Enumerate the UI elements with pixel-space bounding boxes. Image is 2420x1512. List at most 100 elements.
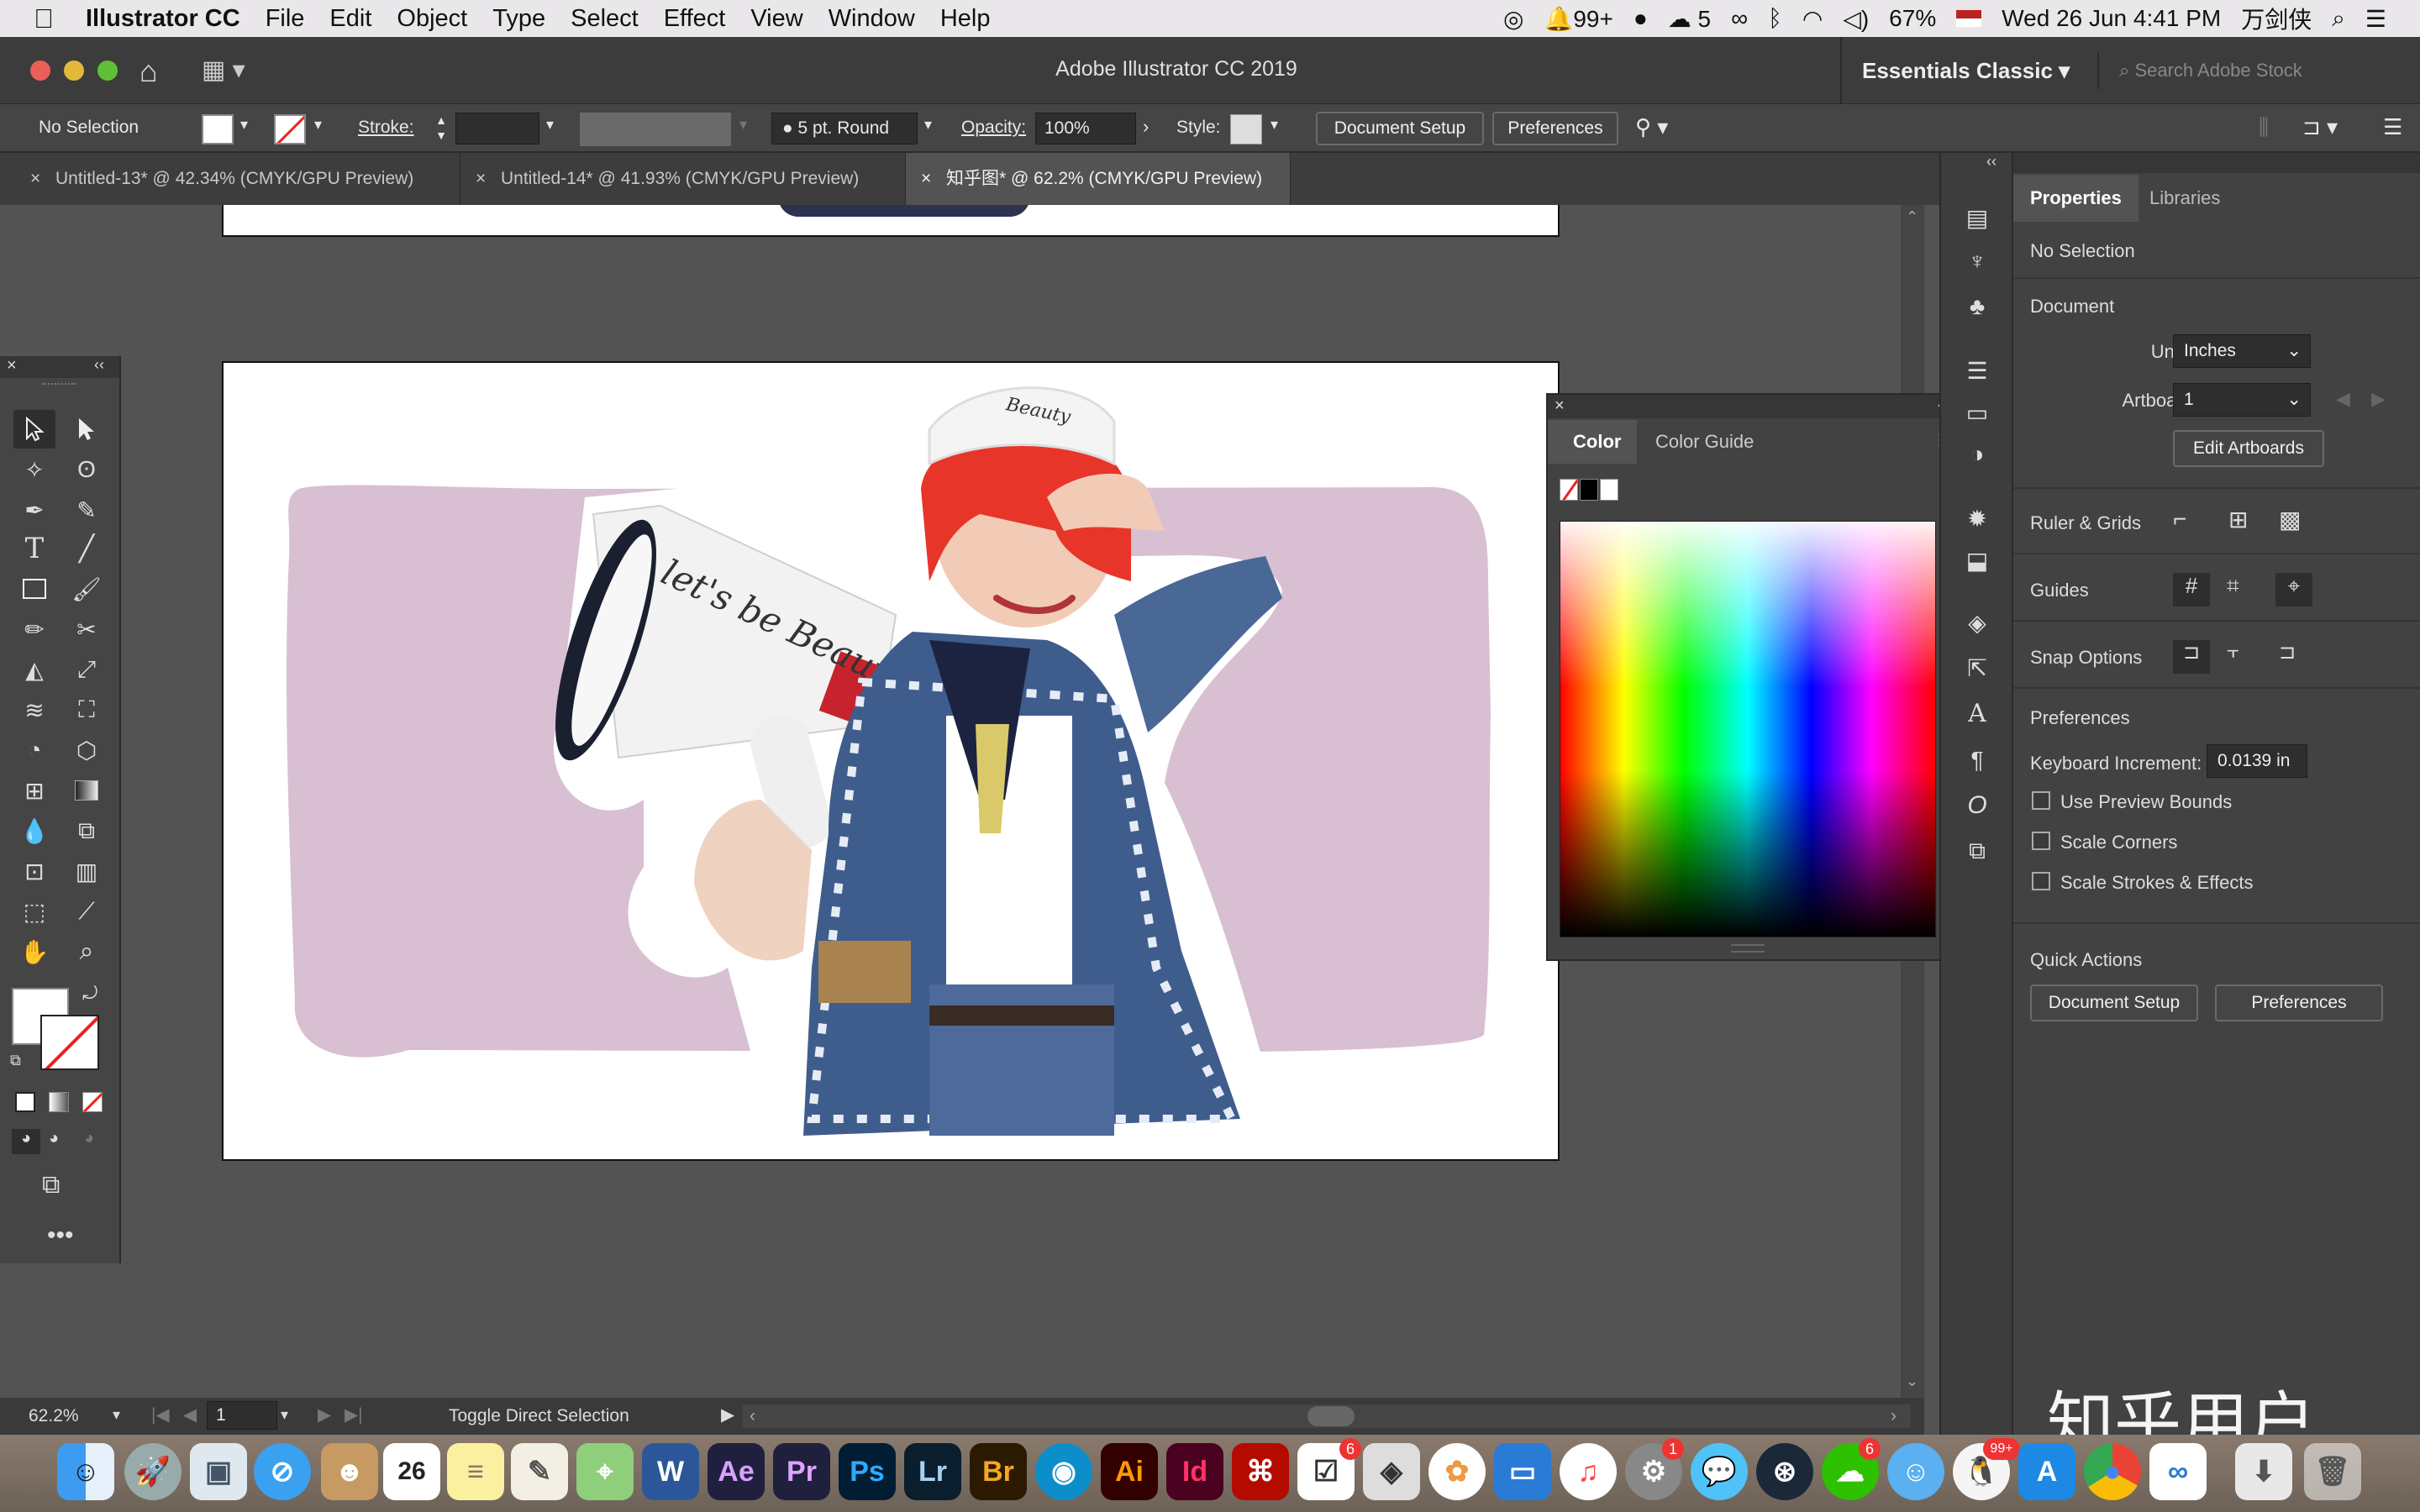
magic-wand-tool-icon[interactable]: ✧ bbox=[13, 450, 55, 489]
scale-corners-label[interactable]: Scale Corners bbox=[2060, 832, 2177, 853]
contacts-icon[interactable]: ☻ bbox=[321, 1443, 378, 1500]
smart-guides-icon[interactable]: ⌖ bbox=[2275, 573, 2312, 606]
transform-icon[interactable]: ⊐ ▾ bbox=[2302, 114, 2338, 140]
menu-window[interactable]: Window bbox=[829, 5, 915, 33]
lightroom-icon[interactable]: Lr bbox=[904, 1443, 961, 1500]
last-artboard-icon[interactable]: ▶| bbox=[345, 1404, 363, 1425]
transparency-panel-icon[interactable]: ◑ bbox=[1956, 435, 1998, 474]
scale-strokes-checkbox[interactable] bbox=[2032, 872, 2050, 890]
paragraph-panel-icon[interactable]: ¶ bbox=[1956, 741, 1998, 780]
transparency-grid-icon[interactable]: ▩ bbox=[2279, 506, 2301, 533]
collapse-toolbox-icon[interactable]: ‹‹ bbox=[94, 356, 104, 374]
selection-tool-icon[interactable] bbox=[13, 410, 55, 449]
paintbrush-tool-icon[interactable]: 🖌 bbox=[66, 570, 108, 608]
draw-inside-icon[interactable]: ◕ bbox=[84, 1129, 94, 1148]
character-panel-icon[interactable]: A bbox=[1956, 694, 1998, 732]
steam-icon[interactable]: ⊛ bbox=[1756, 1443, 1813, 1500]
menu-help[interactable]: Help bbox=[940, 5, 991, 33]
stroke-swatch[interactable] bbox=[274, 114, 306, 144]
app-menu[interactable]: Illustrator CC bbox=[86, 5, 240, 33]
artboard-select[interactable]: 1 ⌄ bbox=[2173, 383, 2311, 417]
style-swatch[interactable] bbox=[1230, 114, 1262, 144]
screen-mode-icon[interactable]: ⧉ bbox=[42, 1171, 60, 1200]
rulers-icon[interactable]: ⌐ bbox=[2173, 506, 2186, 533]
color-panel-header[interactable]: × ‹‹ bbox=[1548, 395, 1965, 418]
swap-fill-stroke-icon[interactable]: ⤾ bbox=[82, 983, 97, 1005]
qq-status-icon[interactable]: ● bbox=[1634, 5, 1648, 32]
asset-export-panel-icon[interactable]: ⇱ bbox=[1956, 648, 1998, 687]
appearance-panel-icon[interactable]: ✹ bbox=[1956, 499, 1998, 538]
home-icon[interactable]: ⌂ bbox=[139, 54, 158, 89]
prev-artboard-icon[interactable]: ◀ bbox=[183, 1404, 197, 1425]
creative-cloud-icon[interactable]: ∞ bbox=[1731, 5, 1748, 32]
snap-to-point-icon[interactable]: ⊐ bbox=[2173, 640, 2210, 674]
bluetooth-icon[interactable]: ᛒ bbox=[1768, 5, 1782, 32]
pencil-tool-icon[interactable]: ✏ bbox=[13, 610, 55, 648]
menu-type[interactable]: Type bbox=[492, 5, 545, 33]
launchpad-icon[interactable]: 🚀 bbox=[124, 1443, 182, 1500]
none-mode-button[interactable] bbox=[82, 1092, 103, 1112]
rectangle-tool-icon[interactable] bbox=[13, 570, 55, 608]
safari-icon[interactable]: ⊘ bbox=[254, 1443, 311, 1500]
use-preview-bounds-checkbox[interactable] bbox=[2032, 791, 2050, 810]
style-dropdown-icon[interactable]: ▾ bbox=[1270, 116, 1278, 134]
spotlight-icon[interactable]: ⌕ bbox=[2332, 5, 2345, 33]
stroke-weight-input[interactable] bbox=[455, 113, 539, 144]
tab-zhihu-image[interactable]: × 知乎图* @ 62.2% (CMYK/GPU Preview) bbox=[906, 153, 1291, 205]
workspace-switcher[interactable]: Essentials Classic ▾ bbox=[1840, 37, 2092, 104]
zoom-tool-icon[interactable]: ⌕ bbox=[66, 932, 108, 971]
pen-tool-icon[interactable]: ✒ bbox=[13, 491, 55, 529]
user-name[interactable]: 万剑侠 bbox=[2241, 2, 2312, 35]
snap-to-grid-icon[interactable]: ⊐ bbox=[2279, 640, 2296, 664]
tab-untitled-13[interactable]: × Untitled-13* @ 42.34% (CMYK/GPU Previe… bbox=[15, 153, 460, 205]
first-artboard-icon[interactable]: |◀ bbox=[151, 1404, 170, 1425]
acrobat-icon[interactable]: ⌘ bbox=[1232, 1443, 1289, 1500]
finder-icon[interactable]: ☺ bbox=[57, 1443, 114, 1500]
scale-strokes-label[interactable]: Scale Strokes & Effects bbox=[2060, 872, 2253, 894]
finder2-icon[interactable]: ☺ bbox=[1887, 1443, 1944, 1500]
notifications-icon[interactable]: 🔔99+ bbox=[1544, 5, 1612, 33]
stroke-stepper[interactable]: ▲ ▼ bbox=[430, 113, 452, 146]
edit-artboards-button[interactable]: Edit Artboards bbox=[2173, 430, 2324, 467]
resize-grip[interactable] bbox=[1731, 944, 1765, 953]
scroll-down-icon[interactable]: ⌄ bbox=[1906, 1373, 1918, 1390]
layers-panel-icon[interactable]: ◈ bbox=[1956, 603, 1998, 642]
lock-guides-icon[interactable]: ⌗ bbox=[2227, 573, 2239, 600]
calendar-icon[interactable]: 26 bbox=[383, 1443, 440, 1500]
artboard-top[interactable] bbox=[222, 205, 1560, 237]
units-select[interactable]: Inches ⌄ bbox=[2173, 334, 2311, 368]
camera-raw-icon[interactable]: ◉ bbox=[1035, 1443, 1092, 1500]
brush-definition[interactable]: ● 5 pt. Round bbox=[771, 113, 918, 144]
scale-corners-checkbox[interactable] bbox=[2032, 832, 2050, 850]
opacity-label[interactable]: Opacity: bbox=[961, 118, 1026, 138]
quick-preferences-button[interactable]: Preferences bbox=[2215, 984, 2383, 1021]
menu-file[interactable]: File bbox=[266, 5, 305, 33]
type-tool-icon[interactable]: T bbox=[13, 529, 55, 568]
close-window-button[interactable] bbox=[30, 60, 50, 81]
perspective-grid-tool-icon[interactable]: ⬡ bbox=[66, 731, 108, 769]
next-artboard-icon[interactable]: ▶ bbox=[318, 1404, 331, 1425]
snap-to-pixel-icon[interactable]: ⫟ bbox=[2227, 640, 2239, 664]
width-tool-icon[interactable]: ≋ bbox=[13, 690, 55, 729]
brush-dropdown-icon[interactable]: ▾ bbox=[924, 116, 932, 134]
next-artboard-button[interactable]: ▶ bbox=[2371, 388, 2386, 410]
draw-normal-icon[interactable]: ◕ bbox=[12, 1129, 40, 1154]
minimize-window-button[interactable] bbox=[64, 60, 84, 81]
stroke-color-box[interactable] bbox=[40, 1015, 99, 1070]
indesign-icon[interactable]: Id bbox=[1166, 1443, 1223, 1500]
zoom-window-button[interactable] bbox=[97, 60, 118, 81]
maps-icon[interactable]: ⌖ bbox=[576, 1443, 634, 1500]
artboard-main[interactable]: let's be Beauty Beauty bbox=[222, 361, 1560, 1161]
fill-dropdown-icon[interactable]: ▾ bbox=[240, 116, 248, 134]
arrange-icon[interactable]: ⚲ ▾ bbox=[1635, 114, 1668, 140]
baidu-netdisk-icon[interactable]: ∞ bbox=[2149, 1443, 2207, 1500]
variable-width-profile[interactable] bbox=[580, 113, 731, 146]
stroke-dropdown-icon[interactable]: ▾ bbox=[314, 116, 322, 134]
app-store-icon[interactable]: A bbox=[2018, 1443, 2075, 1500]
gradient-tool-icon[interactable] bbox=[66, 771, 108, 810]
artboard-tool-icon[interactable]: ⬚ bbox=[13, 892, 55, 931]
tab-properties[interactable]: Properties bbox=[2013, 175, 2139, 222]
quick-document-setup-button[interactable]: Document Setup bbox=[2030, 984, 2198, 1021]
prev-artboard-button[interactable]: ◀ bbox=[2336, 388, 2350, 410]
notification-center-icon[interactable]: ☰ bbox=[2365, 5, 2386, 33]
